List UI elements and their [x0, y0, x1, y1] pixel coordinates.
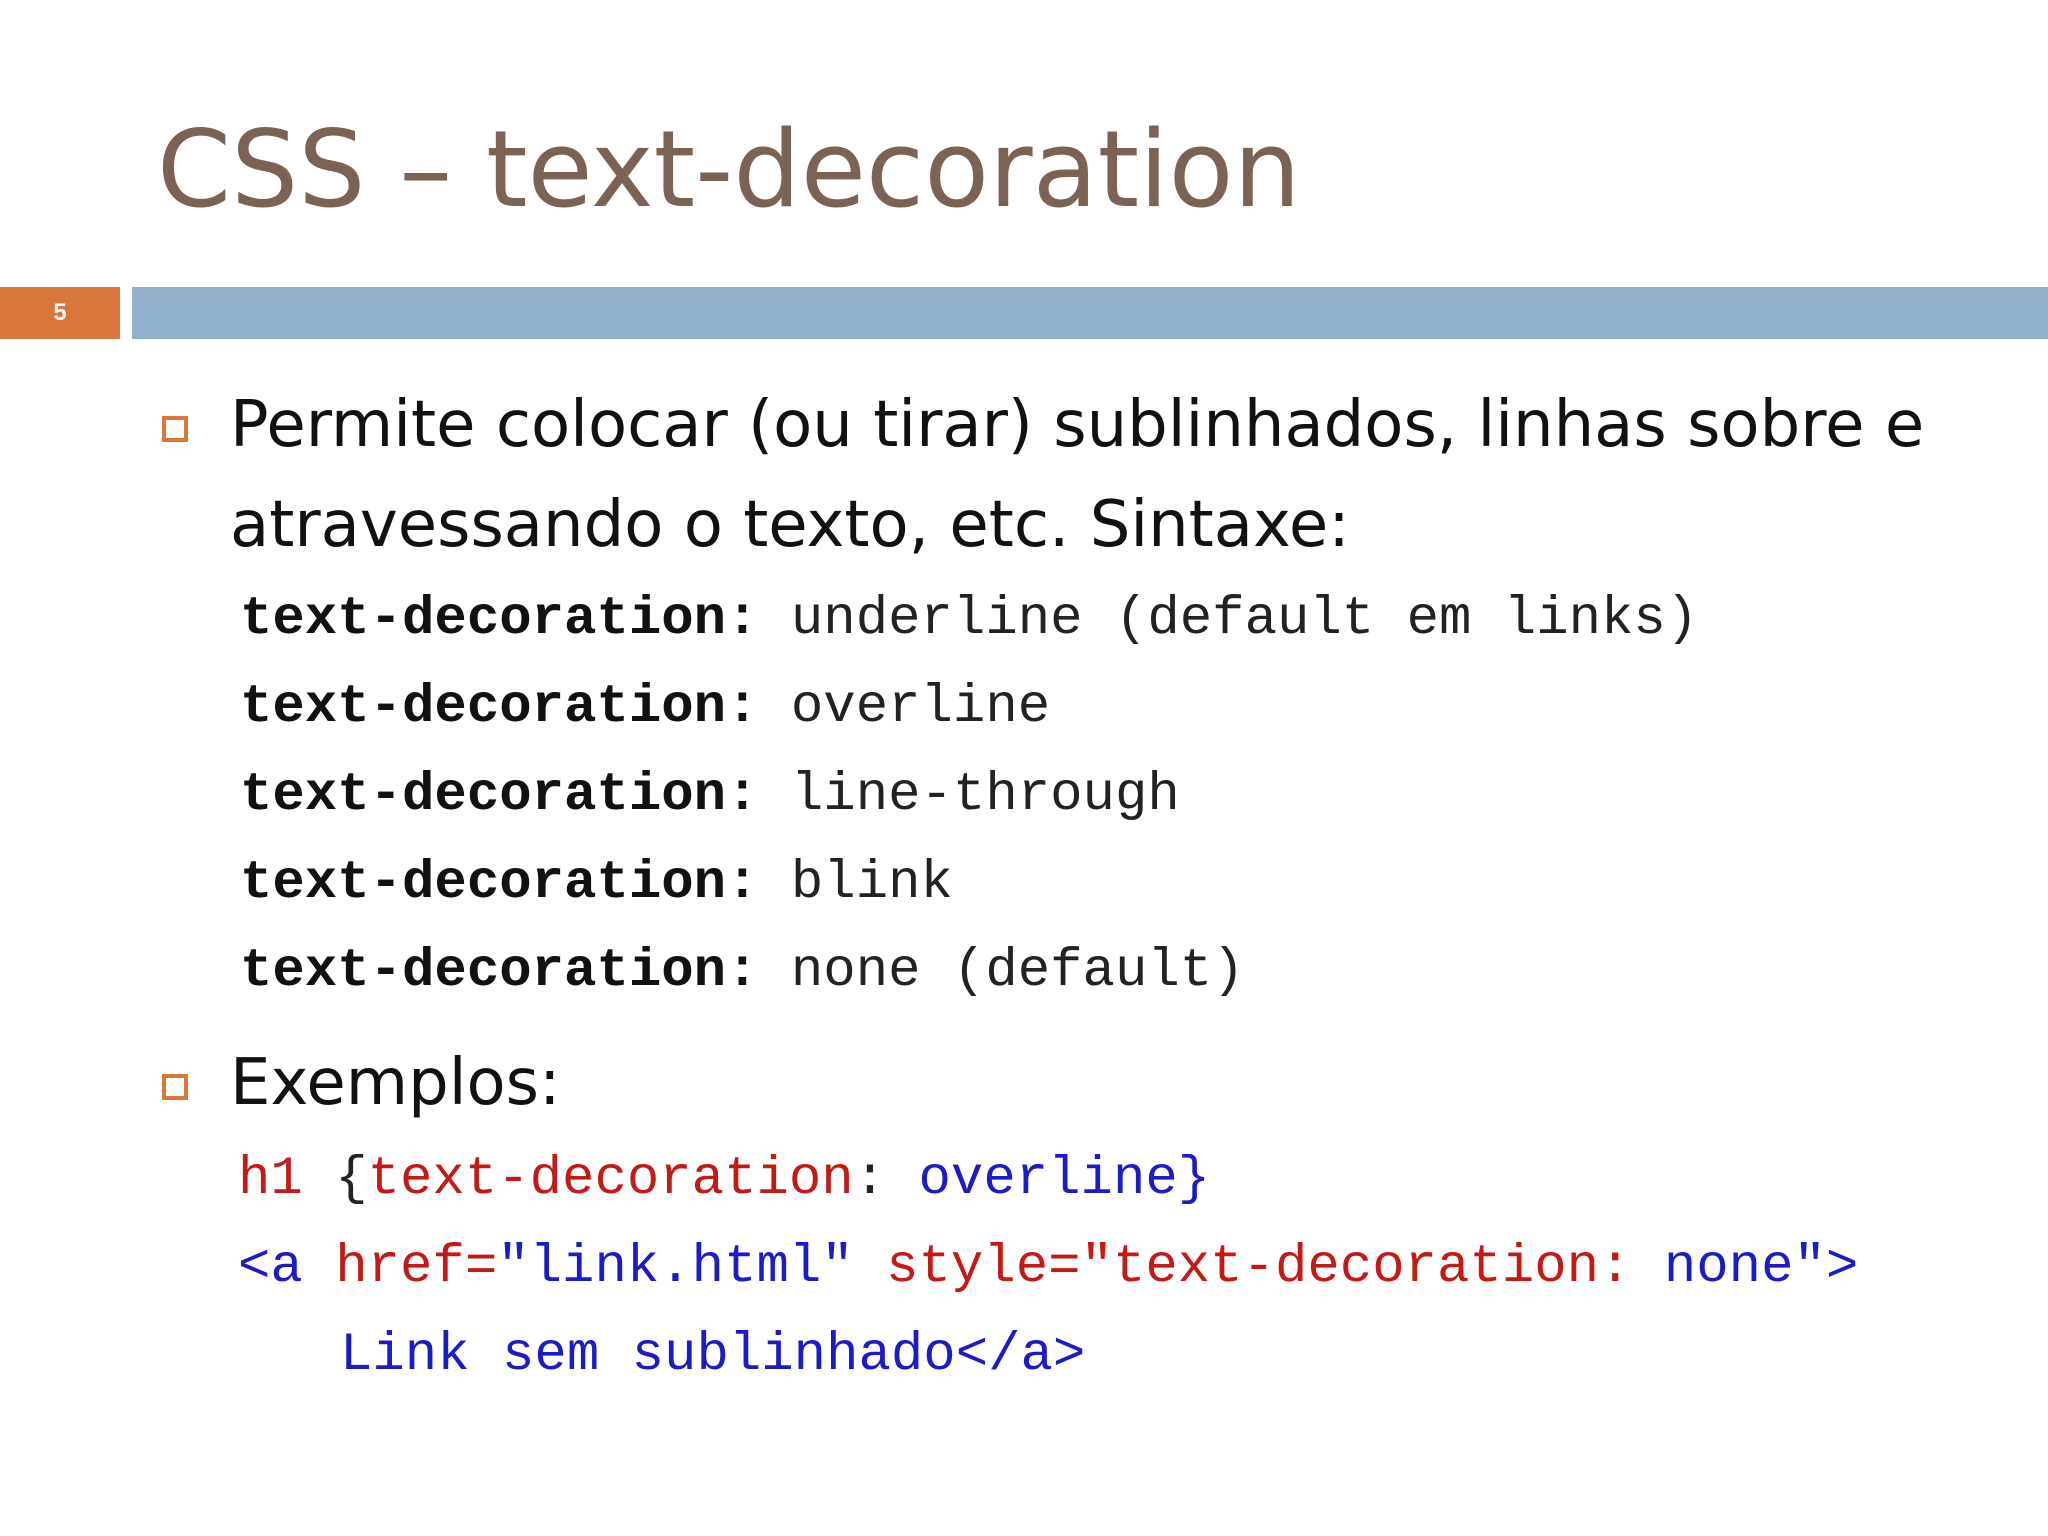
- example-code-line: <a href="link.html" style="text-decorati…: [238, 1224, 1858, 1312]
- example-code-line: Link sem sublinhado</a>: [340, 1312, 1085, 1400]
- slide-title: CSS – text-decoration: [157, 108, 1301, 231]
- code-selector: h1: [238, 1149, 303, 1210]
- syntax-property: text-decoration:: [240, 589, 759, 650]
- syntax-value: line-through: [790, 765, 1180, 826]
- code-value: overline: [918, 1149, 1178, 1210]
- bullet-text-line: Permite colocar (ou tirar) sublinhados, …: [230, 388, 1925, 462]
- bullet-text-syntax: Permite colocar (ou tirar) sublinhados, …: [230, 375, 1990, 575]
- syntax-value: overline: [790, 677, 1051, 738]
- code-text: Link sem sublinhado</a>: [340, 1325, 1086, 1386]
- code-attr-value: "text-decoration:: [1080, 1237, 1632, 1298]
- bullet-text-examples: Exemplos:: [230, 1046, 561, 1120]
- code-colon: :: [853, 1149, 887, 1210]
- syntax-line: text-decoration: underline (default em l…: [240, 576, 1698, 664]
- code-brace: }: [1177, 1149, 1211, 1210]
- example-code-line: h1 {text-decoration: overline}: [238, 1136, 1210, 1224]
- slide-number: 5: [0, 287, 120, 339]
- syntax-value: none (default): [790, 941, 1245, 1002]
- header-bar: [132, 287, 2048, 339]
- code-tag: <a: [238, 1237, 303, 1298]
- code-attr: href=: [335, 1237, 498, 1298]
- bullet-square-icon: [162, 416, 188, 442]
- slide: CSS – text-decoration 5 Permite colocar …: [0, 0, 2048, 1536]
- syntax-value: blink: [790, 853, 953, 914]
- code-brace: {: [335, 1149, 368, 1210]
- bullet-text-line: atravessando o texto, etc. Sintaxe:: [230, 488, 1350, 562]
- code-property: text-decoration: [367, 1149, 854, 1210]
- code-attr-value: none">: [1663, 1237, 1859, 1298]
- syntax-value: underline (default em links): [790, 589, 1699, 650]
- bullet-square-icon: [162, 1074, 188, 1100]
- syntax-line: text-decoration: line-through: [240, 752, 1180, 840]
- syntax-property: text-decoration:: [240, 765, 759, 826]
- syntax-line: text-decoration: none (default): [240, 928, 1245, 1016]
- syntax-property: text-decoration:: [240, 853, 759, 914]
- code-attr-value: "link.html": [497, 1237, 854, 1298]
- syntax-property: text-decoration:: [240, 941, 759, 1002]
- syntax-property: text-decoration:: [240, 677, 759, 738]
- syntax-line: text-decoration: overline: [240, 664, 1050, 752]
- syntax-line: text-decoration: blink: [240, 840, 953, 928]
- code-attr: style=: [886, 1237, 1081, 1298]
